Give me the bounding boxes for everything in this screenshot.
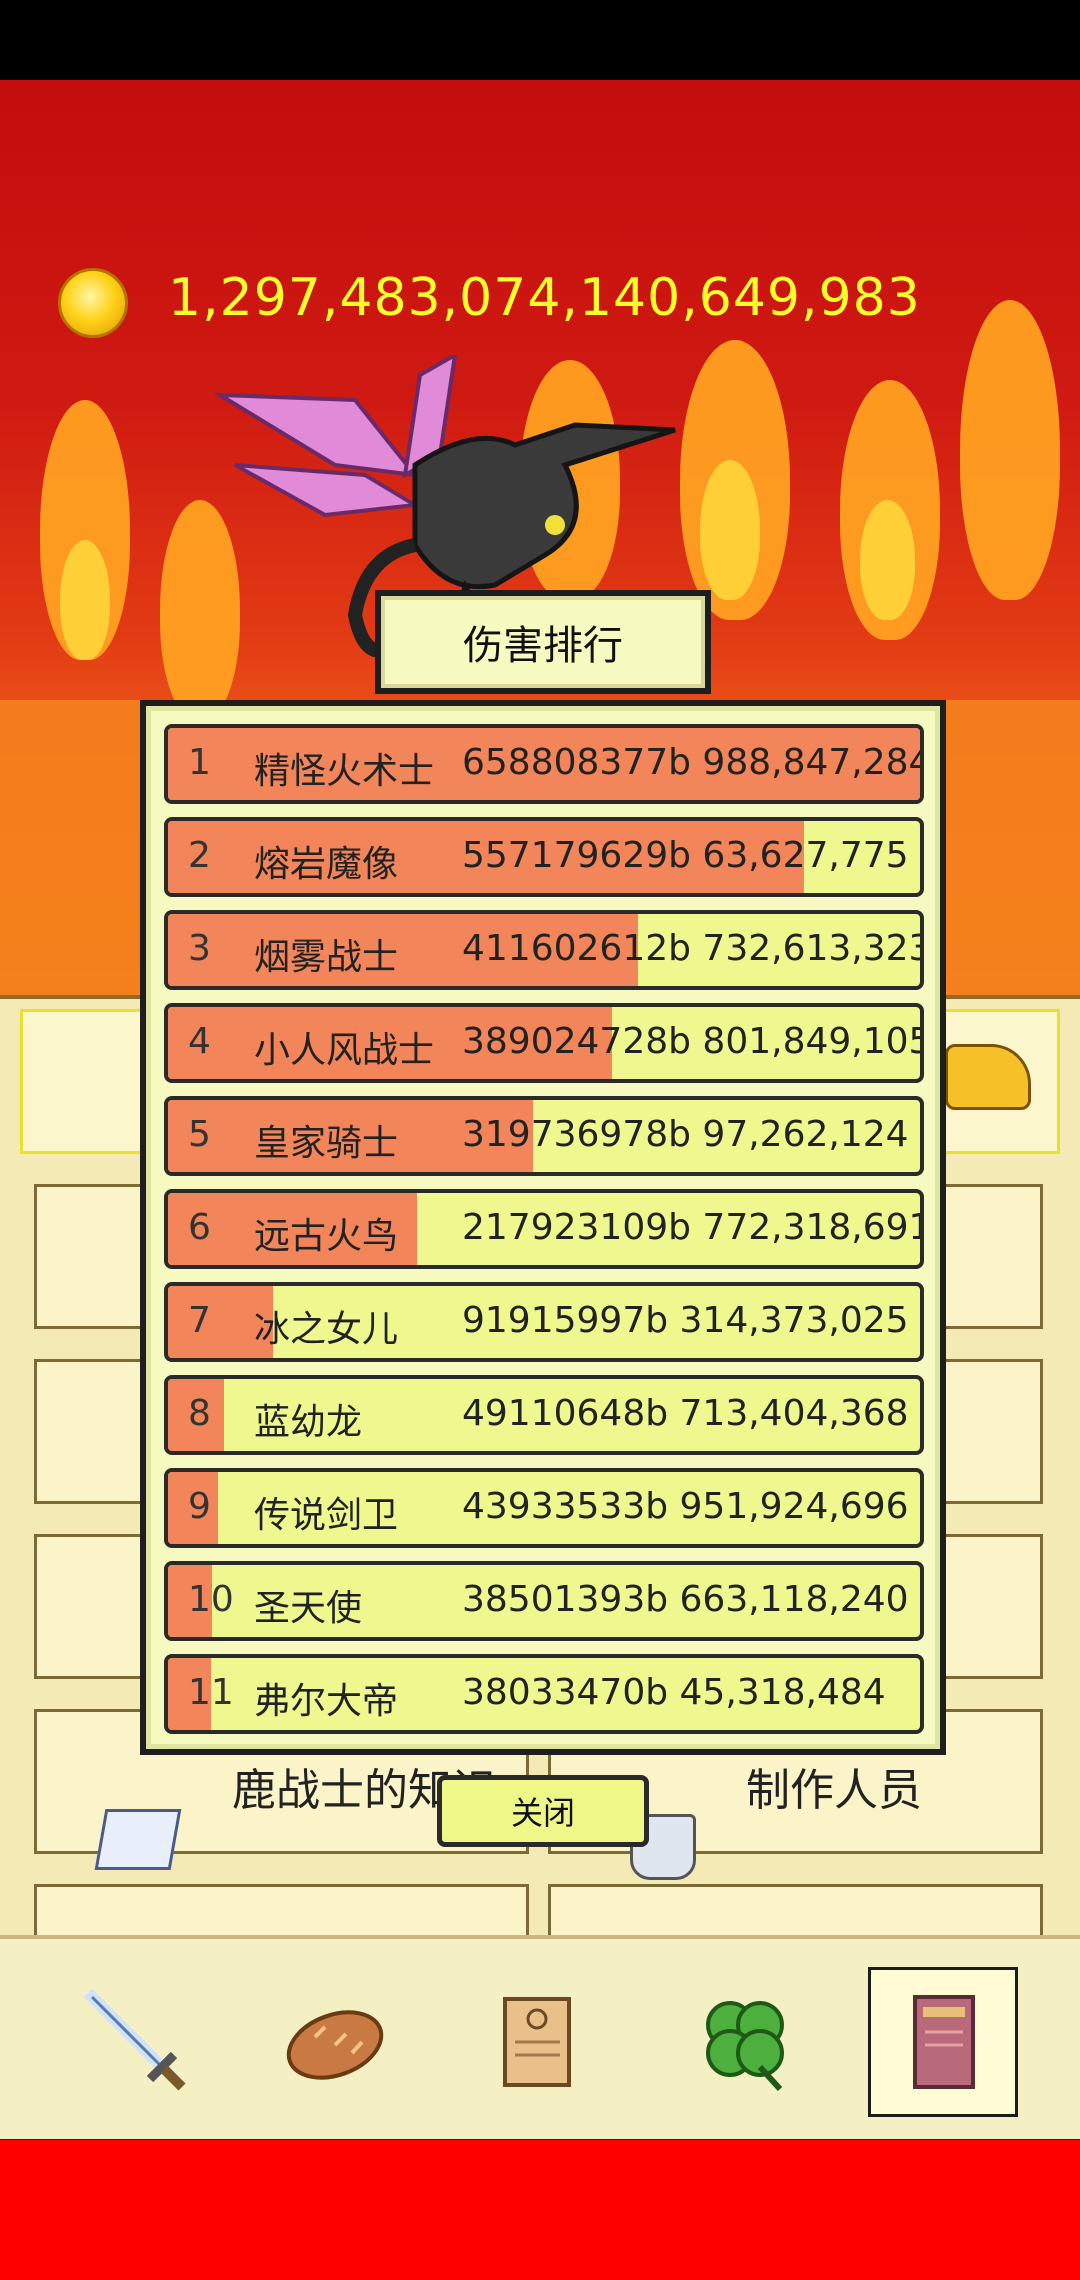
close-button[interactable]: 关闭 bbox=[437, 1775, 649, 1847]
gold-coin-icon bbox=[58, 268, 128, 338]
hero-name: 精怪火术士 bbox=[254, 751, 435, 792]
hero-name: 圣天使 bbox=[254, 1588, 363, 1629]
book-icon bbox=[94, 1809, 182, 1870]
ranking-row: 6 远古火鸟 217923109b 772,318,691 bbox=[164, 1189, 924, 1269]
ranking-rank: 8 bbox=[188, 1393, 211, 1434]
ranking-rank: 6 bbox=[188, 1207, 211, 1248]
ranking-row: 10 圣天使 38501393b 663,118,240 bbox=[164, 1561, 924, 1641]
damage-value: 411602612b 732,613,323 bbox=[462, 928, 924, 969]
damage-value: 658808377b 988,847,284 bbox=[462, 742, 924, 783]
damage-value: 38033470b 45,318,484 bbox=[462, 1672, 886, 1713]
flame-decoration bbox=[700, 460, 760, 600]
flame-decoration bbox=[960, 300, 1060, 600]
damage-value: 38501393b 663,118,240 bbox=[462, 1579, 909, 1620]
dialog-title: 伤害排行 bbox=[463, 623, 623, 669]
ranking-rank: 7 bbox=[188, 1300, 211, 1341]
ranking-rank: 1 bbox=[188, 742, 211, 783]
flame-decoration bbox=[60, 540, 110, 660]
hero-name: 小人风战士 bbox=[254, 1030, 435, 1071]
hero-name: 弗尔大帝 bbox=[254, 1681, 399, 1722]
hero-name: 远古火鸟 bbox=[254, 1216, 399, 1257]
ranking-row: 7 冰之女儿 91915997b 314,373,025 bbox=[164, 1282, 924, 1362]
damage-value: 49110648b 713,404,368 bbox=[462, 1393, 909, 1434]
ranking-rank: 5 bbox=[188, 1114, 211, 1155]
bread-icon bbox=[286, 2010, 384, 2080]
ranking-rank: 11 bbox=[188, 1672, 234, 1713]
book-icon bbox=[913, 1995, 975, 2089]
hero-name: 皇家骑士 bbox=[254, 1123, 399, 1164]
ranking-rank: 10 bbox=[188, 1579, 234, 1620]
book-tab[interactable] bbox=[868, 1967, 1018, 2117]
damage-value: 389024728b 801,849,105 bbox=[462, 1021, 924, 1062]
ranking-rank: 2 bbox=[188, 835, 211, 876]
damage-value: 91915997b 314,373,025 bbox=[462, 1300, 909, 1341]
ranking-row: 9 传说剑卫 43933533b 951,924,696 bbox=[164, 1468, 924, 1548]
hero-name: 传说剑卫 bbox=[254, 1495, 399, 1536]
ranking-row: 2 熔岩魔像 557179629b 63,627,775 bbox=[164, 817, 924, 897]
hero-name: 烟雾战士 bbox=[254, 937, 399, 978]
bottom-navbar bbox=[0, 1935, 1080, 2144]
scroll-icon bbox=[503, 1997, 571, 2087]
scroll-tab[interactable] bbox=[465, 1967, 615, 2117]
cheese-icon bbox=[945, 1044, 1031, 1110]
damage-value: 43933533b 951,924,696 bbox=[462, 1486, 909, 1527]
ranking-row: 1 精怪火术士 658808377b 988,847,284 bbox=[164, 724, 924, 804]
hero-name: 冰之女儿 bbox=[254, 1309, 399, 1350]
ranking-row: 3 烟雾战士 411602612b 732,613,323 bbox=[164, 910, 924, 990]
ranking-rank: 4 bbox=[188, 1021, 211, 1062]
status-bar bbox=[0, 0, 1080, 80]
gold-amount: 1,297,483,074,140,649,983 bbox=[168, 268, 921, 328]
sword-tab[interactable] bbox=[62, 1967, 212, 2117]
hero-name: 蓝幼龙 bbox=[254, 1402, 363, 1443]
damage-value: 319736978b 97,262,124 bbox=[462, 1114, 909, 1155]
clover-icon bbox=[706, 2001, 784, 2092]
ranking-row: 8 蓝幼龙 49110648b 713,404,368 bbox=[164, 1375, 924, 1455]
bottom-background bbox=[0, 2140, 1080, 2280]
menu-label: 制作人员 bbox=[746, 1765, 922, 1816]
damage-value: 217923109b 772,318,691 bbox=[462, 1207, 924, 1248]
bread-tab[interactable] bbox=[260, 1967, 410, 2117]
clover-tab[interactable] bbox=[670, 1967, 820, 2117]
ranking-rank: 9 bbox=[188, 1486, 211, 1527]
sword-icon bbox=[83, 1988, 186, 2091]
damage-value: 557179629b 63,627,775 bbox=[462, 835, 909, 876]
ranking-rank: 3 bbox=[188, 928, 211, 969]
ranking-row: 11 弗尔大帝 38033470b 45,318,484 bbox=[164, 1654, 924, 1734]
ranking-row: 5 皇家骑士 319736978b 97,262,124 bbox=[164, 1096, 924, 1176]
hero-name: 熔岩魔像 bbox=[254, 844, 399, 885]
flame-decoration bbox=[860, 500, 915, 620]
ranking-row: 4 小人风战士 389024728b 801,849,105 bbox=[164, 1003, 924, 1083]
dialog-title-box: 伤害排行 bbox=[375, 590, 711, 694]
